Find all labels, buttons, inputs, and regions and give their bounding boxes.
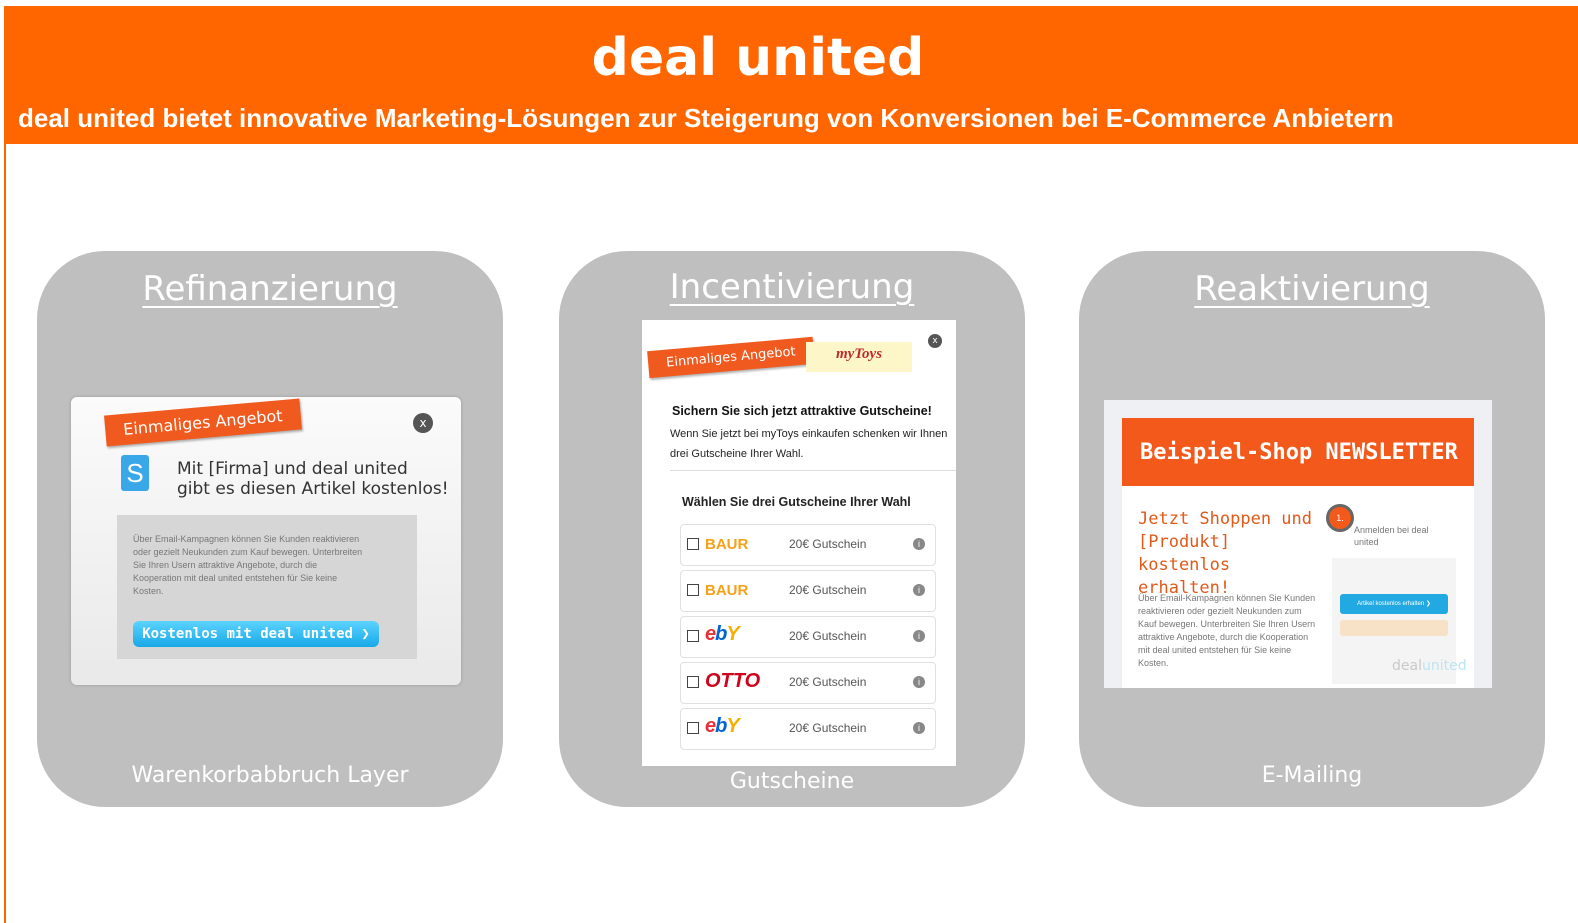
step-badge-icon: 1. — [1326, 504, 1354, 532]
info-icon: i — [913, 676, 925, 688]
card-refinanzierung: Refinanzierung Einmaliges Angebot x S Mi… — [37, 251, 503, 807]
checkbox — [687, 538, 699, 550]
page-title: deal united — [591, 28, 925, 88]
voucher-row: OTTO 20€ Gutschein i — [680, 662, 936, 704]
voucher-value: 20€ Gutschein — [789, 583, 867, 597]
layer-headline-line2: gibt es diesen Artikel kostenlos! — [177, 479, 449, 499]
close-icon: x — [928, 334, 942, 348]
voucher-text: Wenn Sie jetzt bei myToys einkaufen sche… — [670, 428, 948, 460]
voucher-value: 20€ Gutschein — [789, 721, 867, 735]
get-free-item-button: Artikel kostenlos erhalten ❯ — [1340, 594, 1448, 614]
info-icon: i — [913, 630, 925, 642]
ebay-logo: ebY — [705, 715, 740, 737]
layer-headline: Mit [Firma] und deal united gibt es dies… — [177, 459, 449, 499]
info-icon: i — [913, 538, 925, 550]
offer-ribbon: Einmaliges Angebot — [647, 336, 815, 379]
voucher-value: 20€ Gutschein — [789, 537, 867, 551]
newsletter-title: Beispiel-Shop NEWSLETTER — [1140, 440, 1458, 465]
card-caption: E-Mailing — [1261, 763, 1363, 788]
baur-logo: BAUR — [705, 582, 749, 599]
page-header: deal united deal united bietet innovativ… — [6, 6, 1578, 144]
layer-mockup-image: Einmaliges Angebot x S Mit [Firma] und d… — [71, 397, 461, 685]
checkbox — [687, 584, 699, 596]
deal-united-logo: dealunited — [1392, 658, 1467, 674]
info-icon: i — [913, 722, 925, 734]
voucher-headline: Sichern Sie sich jetzt attraktive Gutsch… — [672, 404, 932, 418]
signup-text: Anmelden bei deal united — [1354, 525, 1429, 547]
card-reaktivierung: Reaktivierung Beispiel-Shop NEWSLETTER J… — [1079, 251, 1545, 807]
ebay-logo: ebY — [705, 623, 740, 645]
card-caption: Gutscheine — [729, 769, 855, 794]
card-caption: Warenkorbabbruch Layer — [131, 763, 409, 788]
close-icon: x — [413, 413, 433, 433]
layer-body-text: Über Email-Kampagnen können Sie Kunden r… — [133, 534, 363, 596]
voucher-row: BAUR 20€ Gutschein i — [680, 524, 936, 566]
shop-logo-icon: S — [121, 455, 149, 491]
card-title-link[interactable]: Refinanzierung — [37, 269, 503, 309]
info-icon: i — [913, 584, 925, 596]
layer-headline-line1: Mit [Firma] und deal united — [177, 459, 408, 479]
newsletter-content: Beispiel-Shop NEWSLETTER Jetzt Shoppen u… — [1122, 418, 1474, 688]
voucher-row: BAUR 20€ Gutschein i — [680, 570, 936, 612]
mytoys-logo: myToys — [806, 342, 912, 372]
newsletter-headline: Jetzt Shoppen und [Produkt] kostenlos er… — [1138, 509, 1312, 598]
card-title-link[interactable]: Incentivierung — [559, 267, 1025, 307]
card-incentivierung: Incentivierung Einmaliges Angebot myToys… — [559, 251, 1025, 807]
page-tagline: deal united bietet innovative Marketing-… — [18, 103, 1394, 133]
newsletter-banner: Beispiel-Shop NEWSLETTER — [1122, 418, 1474, 486]
voucher-mockup-image: Einmaliges Angebot myToys x Sichern Sie … — [642, 320, 956, 766]
checkbox — [687, 630, 699, 642]
voucher-value: 20€ Gutschein — [789, 675, 867, 689]
newsletter-mockup-image: Beispiel-Shop NEWSLETTER Jetzt Shoppen u… — [1104, 400, 1492, 688]
voucher-row: ebY 20€ Gutschein i — [680, 616, 936, 658]
checkbox — [687, 722, 699, 734]
layer-content-box: Über Email-Kampagnen können Sie Kunden r… — [117, 515, 417, 659]
newsletter-body: Über Email-Kampagnen können Sie Kunden r… — [1138, 593, 1316, 668]
voucher-value: 20€ Gutschein — [789, 629, 867, 643]
secondary-button — [1340, 620, 1448, 636]
card-title-link[interactable]: Reaktivierung — [1079, 269, 1545, 309]
newsletter-panel: Artikel kostenlos erhalten ❯ dealunited — [1332, 558, 1467, 684]
free-with-deal-united-button: Kostenlos mit deal united ❯ — [133, 621, 379, 647]
otto-logo: OTTO — [705, 670, 761, 692]
voucher-choose-label: Wählen Sie drei Gutscheine Ihrer Wahl — [682, 495, 911, 509]
divider — [670, 470, 956, 471]
checkbox — [687, 676, 699, 688]
baur-logo: BAUR — [705, 536, 749, 553]
offer-ribbon: Einmaliges Angebot — [104, 398, 302, 447]
voucher-row: ebY 20€ Gutschein i — [680, 708, 936, 750]
